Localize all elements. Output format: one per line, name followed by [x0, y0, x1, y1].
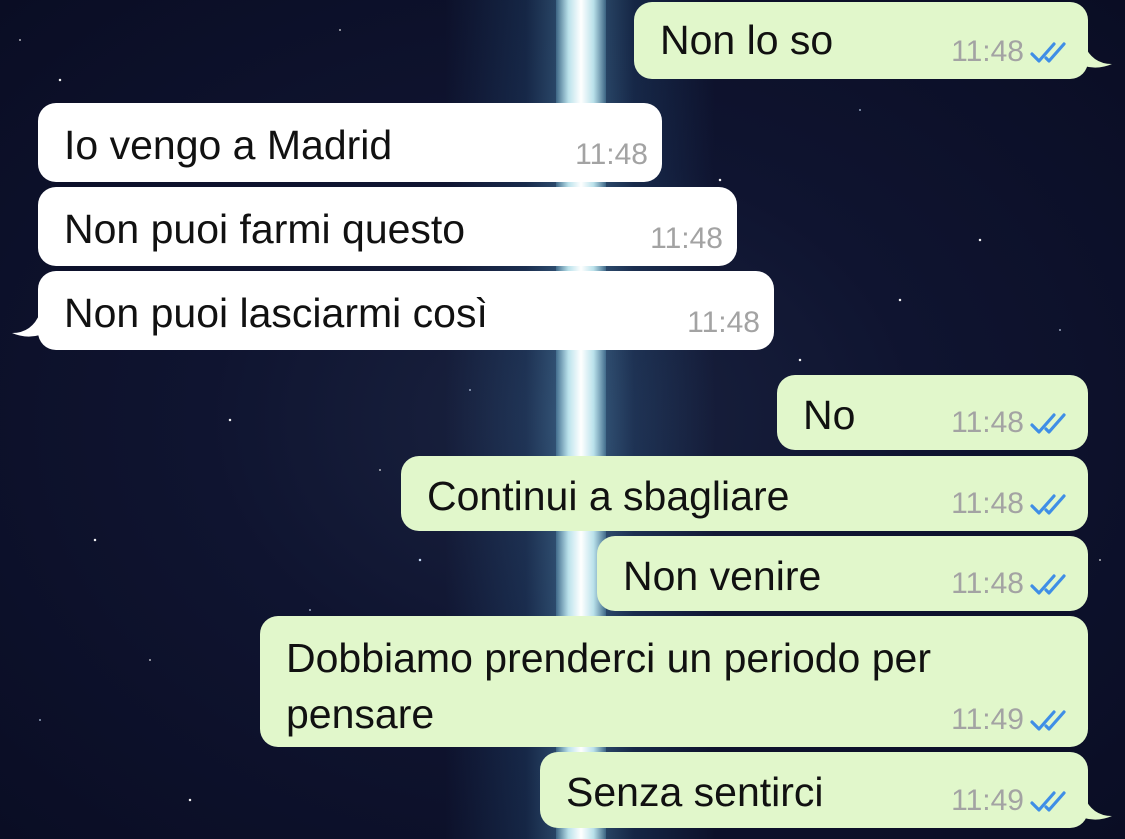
- message-timestamp: 11:49: [951, 703, 1024, 736]
- message-bubble-outgoing[interactable]: Non lo so 11:48: [634, 2, 1088, 79]
- message-timestamp: 11:48: [951, 487, 1024, 520]
- message-text: Senza sentirci: [566, 769, 824, 815]
- message-timestamp: 11:48: [951, 35, 1024, 68]
- message-text: No: [803, 392, 856, 438]
- message-text: Non puoi lasciarmi così: [64, 290, 488, 336]
- message-timestamp: 11:48: [575, 138, 648, 171]
- message-meta: 11:48: [575, 138, 648, 172]
- message-text: Non venire: [623, 553, 822, 599]
- message-text: Non lo so: [660, 17, 834, 63]
- read-double-check-icon: [1030, 39, 1076, 65]
- message-meta: 11:48: [951, 35, 1076, 69]
- read-double-check-icon: [1030, 410, 1076, 436]
- message-timestamp: 11:48: [951, 406, 1024, 439]
- read-double-check-icon: [1030, 788, 1076, 814]
- message-timestamp: 11:48: [951, 567, 1024, 600]
- message-meta: 11:48: [650, 222, 723, 256]
- message-text: Io vengo a Madrid: [64, 122, 393, 168]
- message-text: Dobbiamo prenderci un periodo per pensar…: [286, 635, 932, 737]
- message-meta: 11:48: [687, 306, 760, 340]
- message-bubble-outgoing[interactable]: Senza sentirci 11:49: [540, 752, 1088, 828]
- message-meta: 11:49: [951, 784, 1076, 818]
- message-timestamp: 11:48: [650, 222, 723, 255]
- read-double-check-icon: [1030, 707, 1076, 733]
- bubble-tail-outgoing: [1084, 796, 1112, 820]
- message-timestamp: 11:49: [951, 784, 1024, 817]
- bubble-tail-incoming: [12, 313, 40, 337]
- message-bubble-outgoing[interactable]: No 11:48: [777, 375, 1088, 450]
- message-meta: 11:48: [951, 406, 1076, 440]
- message-meta: 11:49: [951, 703, 1076, 737]
- message-text: Non puoi farmi questo: [64, 206, 466, 252]
- message-timestamp: 11:48: [687, 306, 760, 339]
- message-bubble-outgoing[interactable]: Dobbiamo prenderci un periodo per pensar…: [260, 616, 1088, 747]
- message-bubble-incoming[interactable]: Io vengo a Madrid 11:48: [38, 103, 662, 182]
- message-text: Continui a sbagliare: [427, 473, 790, 519]
- message-bubble-incoming[interactable]: Non puoi farmi questo 11:48: [38, 187, 737, 266]
- message-bubble-outgoing[interactable]: Non venire 11:48: [597, 536, 1088, 611]
- chat-thread[interactable]: Non lo so 11:48 Io vengo a Madrid 11:48 …: [0, 0, 1125, 839]
- message-meta: 11:48: [951, 487, 1076, 521]
- bubble-tail-outgoing: [1084, 44, 1112, 68]
- message-bubble-incoming[interactable]: Non puoi lasciarmi così 11:48: [38, 271, 774, 350]
- message-meta: 11:48: [951, 567, 1076, 601]
- read-double-check-icon: [1030, 491, 1076, 517]
- message-bubble-outgoing[interactable]: Continui a sbagliare 11:48: [401, 456, 1088, 531]
- read-double-check-icon: [1030, 571, 1076, 597]
